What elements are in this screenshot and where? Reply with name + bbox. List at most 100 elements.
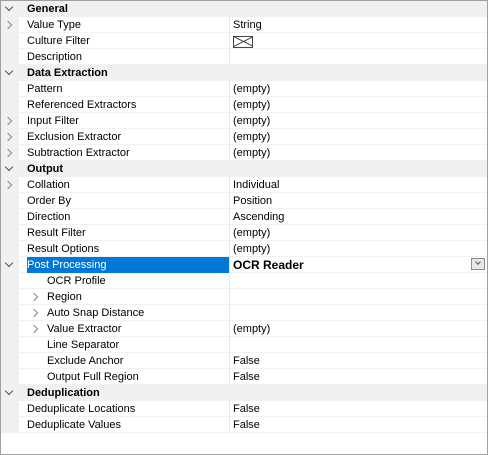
property-value[interactable] xyxy=(229,337,487,353)
property-name: Result Options xyxy=(27,243,100,255)
category-label: Data Extraction xyxy=(27,67,108,79)
property-region[interactable]: Region xyxy=(1,289,487,305)
property-name: Post Processing xyxy=(27,257,229,273)
property-name: Subtraction Extractor xyxy=(27,147,130,159)
property-name: Pattern xyxy=(27,83,63,95)
chevron-down-icon xyxy=(4,2,14,12)
chevron-down-icon xyxy=(475,259,481,265)
property-result-options[interactable]: Result Options (empty) xyxy=(1,241,487,257)
property-exclude-anchor[interactable]: Exclude Anchor False xyxy=(1,353,487,369)
property-value[interactable]: Ascending xyxy=(229,209,487,225)
property-referenced-extractors[interactable]: Referenced Extractors (empty) xyxy=(1,97,487,113)
property-subtraction-extractor[interactable]: Subtraction Extractor (empty) xyxy=(1,145,487,161)
property-value[interactable]: False xyxy=(229,369,487,385)
collapse-toggle[interactable] xyxy=(1,1,19,17)
chevron-right-icon xyxy=(3,116,13,125)
chevron-down-icon xyxy=(4,66,14,76)
property-value[interactable]: (empty) xyxy=(229,97,487,113)
property-value[interactable] xyxy=(229,289,487,305)
category-output[interactable]: Output xyxy=(1,161,487,177)
property-pattern[interactable]: Pattern (empty) xyxy=(1,81,487,97)
category-data-extraction[interactable]: Data Extraction xyxy=(1,65,487,81)
dropdown-button[interactable] xyxy=(471,258,485,270)
collapse-toggle[interactable] xyxy=(1,161,19,177)
property-value[interactable]: False xyxy=(229,353,487,369)
property-name: Exclusion Extractor xyxy=(27,131,122,143)
property-value[interactable]: (empty) xyxy=(229,81,487,97)
chevron-right-icon xyxy=(29,324,39,334)
property-value[interactable]: (empty) xyxy=(229,241,487,257)
expand-toggle[interactable] xyxy=(1,177,19,193)
property-grid: General Value Type String Culture Filter… xyxy=(0,0,488,455)
property-deduplicate-locations[interactable]: Deduplicate Locations False xyxy=(1,401,487,417)
collapse-toggle[interactable] xyxy=(1,385,19,401)
property-value[interactable] xyxy=(229,305,487,321)
post-processing-value: OCR Reader xyxy=(233,258,304,272)
property-name: Collation xyxy=(27,179,70,191)
property-name: Deduplicate Locations xyxy=(27,403,136,415)
property-value[interactable]: (empty) xyxy=(229,113,487,129)
property-name: Result Filter xyxy=(27,227,86,239)
collapse-toggle[interactable] xyxy=(1,65,19,81)
property-name: Line Separator xyxy=(47,339,120,351)
property-name: Value Extractor xyxy=(47,323,122,335)
property-value[interactable]: (empty) xyxy=(229,225,487,241)
property-name: Referenced Extractors xyxy=(27,99,137,111)
image-placeholder-icon xyxy=(233,36,253,48)
chevron-down-icon xyxy=(4,386,14,396)
property-value-extractor[interactable]: Value Extractor (empty) xyxy=(1,321,487,337)
property-value[interactable] xyxy=(229,33,487,49)
property-collation[interactable]: Collation Individual xyxy=(1,177,487,193)
property-input-filter[interactable]: Input Filter (empty) xyxy=(1,113,487,129)
property-name: Input Filter xyxy=(27,115,79,127)
chevron-down-icon xyxy=(4,258,14,267)
property-result-filter[interactable]: Result Filter (empty) xyxy=(1,225,487,241)
property-name: Value Type xyxy=(27,19,82,31)
property-name: Deduplicate Values xyxy=(27,419,121,431)
property-name: Description xyxy=(27,51,83,63)
property-value[interactable]: String xyxy=(229,17,487,33)
property-value[interactable]: (empty) xyxy=(229,145,487,161)
property-description[interactable]: Description xyxy=(1,49,487,65)
expand-toggle[interactable] xyxy=(27,305,43,321)
property-auto-snap-distance[interactable]: Auto Snap Distance xyxy=(1,305,487,321)
property-ocr-profile[interactable]: OCR Profile xyxy=(1,273,487,289)
property-direction[interactable]: Direction Ascending xyxy=(1,209,487,225)
expand-toggle[interactable] xyxy=(27,321,43,337)
category-label: General xyxy=(27,3,68,15)
chevron-down-icon xyxy=(4,162,14,172)
chevron-right-icon xyxy=(3,180,13,189)
property-name: OCR Profile xyxy=(47,275,106,287)
property-name: Culture Filter xyxy=(27,35,90,47)
property-name: Auto Snap Distance xyxy=(47,307,145,319)
expand-toggle[interactable] xyxy=(1,145,19,161)
property-value[interactable]: OCR Reader xyxy=(229,257,487,273)
collapse-toggle[interactable] xyxy=(1,257,19,273)
property-post-processing[interactable]: Post Processing OCR Reader xyxy=(1,257,487,273)
expand-toggle[interactable] xyxy=(27,289,43,305)
category-deduplication[interactable]: Deduplication xyxy=(1,385,487,401)
expand-toggle[interactable] xyxy=(1,129,19,145)
property-value[interactable]: (empty) xyxy=(229,129,487,145)
property-culture-filter[interactable]: Culture Filter xyxy=(1,33,487,49)
expand-toggle[interactable] xyxy=(1,17,19,33)
expand-toggle[interactable] xyxy=(1,113,19,129)
property-name: Region xyxy=(47,291,82,303)
property-value[interactable]: Position xyxy=(229,193,487,209)
property-value[interactable]: False xyxy=(229,401,487,417)
property-value-type[interactable]: Value Type String xyxy=(1,17,487,33)
property-name: Direction xyxy=(27,211,71,223)
chevron-right-icon xyxy=(29,292,39,302)
property-output-full-region[interactable]: Output Full Region False xyxy=(1,369,487,385)
property-value[interactable] xyxy=(229,49,487,65)
property-order-by[interactable]: Order By Position xyxy=(1,193,487,209)
property-line-separator[interactable]: Line Separator xyxy=(1,337,487,353)
property-deduplicate-values[interactable]: Deduplicate Values False xyxy=(1,417,487,433)
property-value[interactable]: (empty) xyxy=(229,321,487,337)
property-value[interactable] xyxy=(229,273,487,289)
property-exclusion-extractor[interactable]: Exclusion Extractor (empty) xyxy=(1,129,487,145)
property-value[interactable]: False xyxy=(229,417,487,433)
category-general[interactable]: General xyxy=(1,1,487,17)
property-value[interactable]: Individual xyxy=(229,177,487,193)
property-name: Exclude Anchor xyxy=(47,355,124,367)
